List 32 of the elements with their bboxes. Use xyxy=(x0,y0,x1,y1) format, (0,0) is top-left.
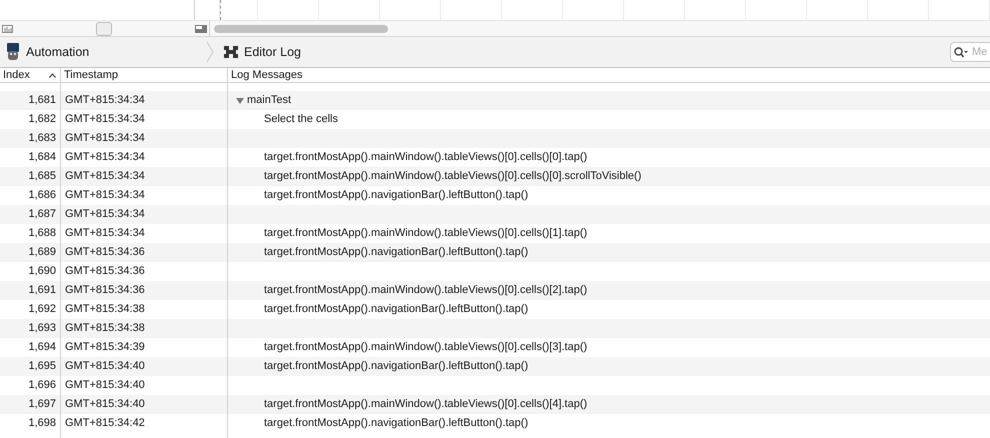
layout-icon[interactable] xyxy=(195,24,207,32)
log-message: target.frontMostApp().navigationBar().leftButton().tap() xyxy=(264,245,528,260)
log-message: target.frontMostApp().mainWindow().tableViews()[0].cells()[3].tap() xyxy=(264,340,588,355)
log-message: target.frontMostApp().mainWindow().tableViews()[0].cells()[0].scrollToVisible() xyxy=(264,169,642,184)
log-message: target.frontMostApp().mainWindow().tableViews()[0].cells()[1].tap() xyxy=(264,226,588,241)
scrollbar-thumb[interactable] xyxy=(214,24,388,32)
search-icon[interactable] xyxy=(954,47,968,58)
log-message: target.frontMostApp().navigationBar().leftButton().tap() xyxy=(264,416,528,431)
breadcrumb-item[interactable]: Automation xyxy=(26,45,90,59)
index-cell: 1,698 xyxy=(0,414,61,433)
disclosure-triangle-down-icon[interactable] xyxy=(236,96,244,104)
log-message: target.frontMostApp().mainWindow().tableViews()[0].cells()[0].tap() xyxy=(264,150,588,165)
log-message: Select the cells xyxy=(264,112,338,127)
breadcrumb-item[interactable]: Editor Log xyxy=(244,45,301,59)
sort-ascending-icon[interactable] xyxy=(49,72,56,78)
zoom-slider-thumb[interactable] xyxy=(96,22,112,36)
timestamp-cell: GMT+815:34:42 xyxy=(61,414,228,433)
log-message: mainTest xyxy=(247,93,292,108)
column-header[interactable]: Index xyxy=(3,69,30,81)
log-message: target.frontMostApp().mainWindow().tableViews()[0].cells()[2].tap() xyxy=(264,283,588,298)
log-message: target.frontMostApp().navigationBar().leftButton().tap() xyxy=(264,302,528,317)
log-message: target.frontMostApp().mainWindow().tableViews()[0].cells()[4].tap() xyxy=(264,397,588,412)
log-message: target.frontMostApp().navigationBar().leftButton().tap() xyxy=(264,359,528,374)
robot-icon xyxy=(6,43,20,61)
grid-icon xyxy=(224,46,238,58)
playhead-line xyxy=(220,0,221,20)
search-field[interactable]: Me xyxy=(950,42,990,62)
log-message: target.frontMostApp().navigationBar().leftButton().tap() xyxy=(264,188,528,203)
column-header[interactable]: Log Messages xyxy=(231,69,303,81)
column-header[interactable]: Timestamp xyxy=(64,69,118,81)
chart-icon[interactable] xyxy=(2,24,13,32)
chevron-icon xyxy=(206,41,214,63)
